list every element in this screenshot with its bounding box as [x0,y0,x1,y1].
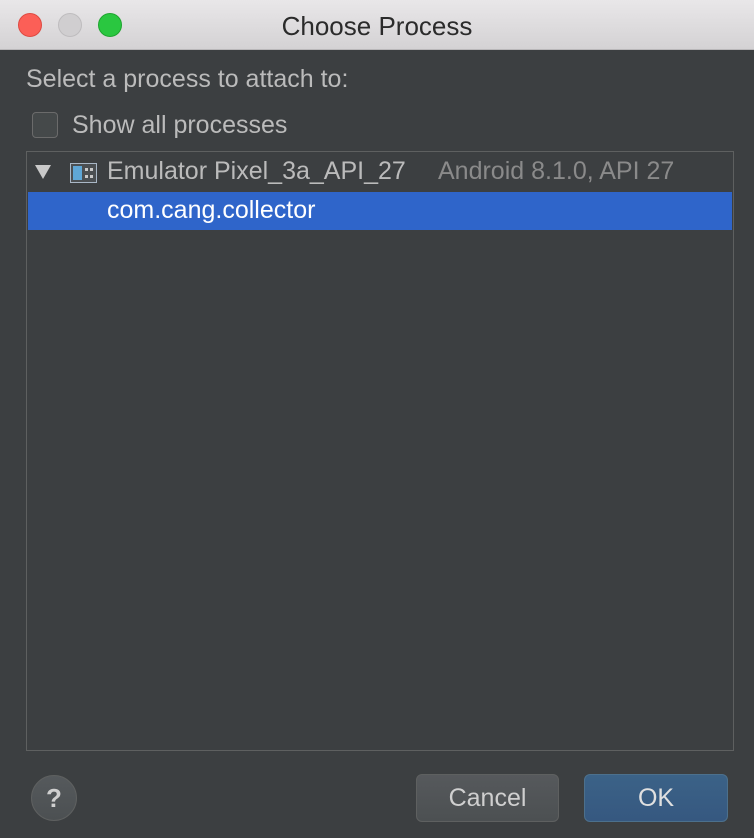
show-all-processes-checkbox[interactable] [32,112,58,138]
device-row[interactable]: Emulator Pixel_3a_API_27 Android 8.1.0, … [27,152,733,192]
device-name: Emulator Pixel_3a_API_27 [107,157,406,185]
emulator-device-icon [70,163,97,183]
process-row[interactable]: com.cang.collector [28,192,732,230]
expand-triangle-icon[interactable] [35,165,51,179]
help-button[interactable]: ? [31,775,77,821]
device-version: Android 8.1.0, API 27 [438,157,675,185]
attach-prompt: Select a process to attach to: [26,65,349,93]
show-all-processes-label[interactable]: Show all processes [72,111,287,140]
ok-button[interactable]: OK [584,774,728,822]
choose-process-dialog: Choose Process Select a process to attac… [0,0,754,838]
process-tree[interactable]: Emulator Pixel_3a_API_27 Android 8.1.0, … [26,151,734,751]
cancel-button[interactable]: Cancel [416,774,559,822]
window-title: Choose Process [281,11,473,41]
show-all-processes-option[interactable]: Show all processes [32,108,287,142]
title-bar: Choose Process [0,0,754,50]
process-name: com.cang.collector [107,196,316,224]
